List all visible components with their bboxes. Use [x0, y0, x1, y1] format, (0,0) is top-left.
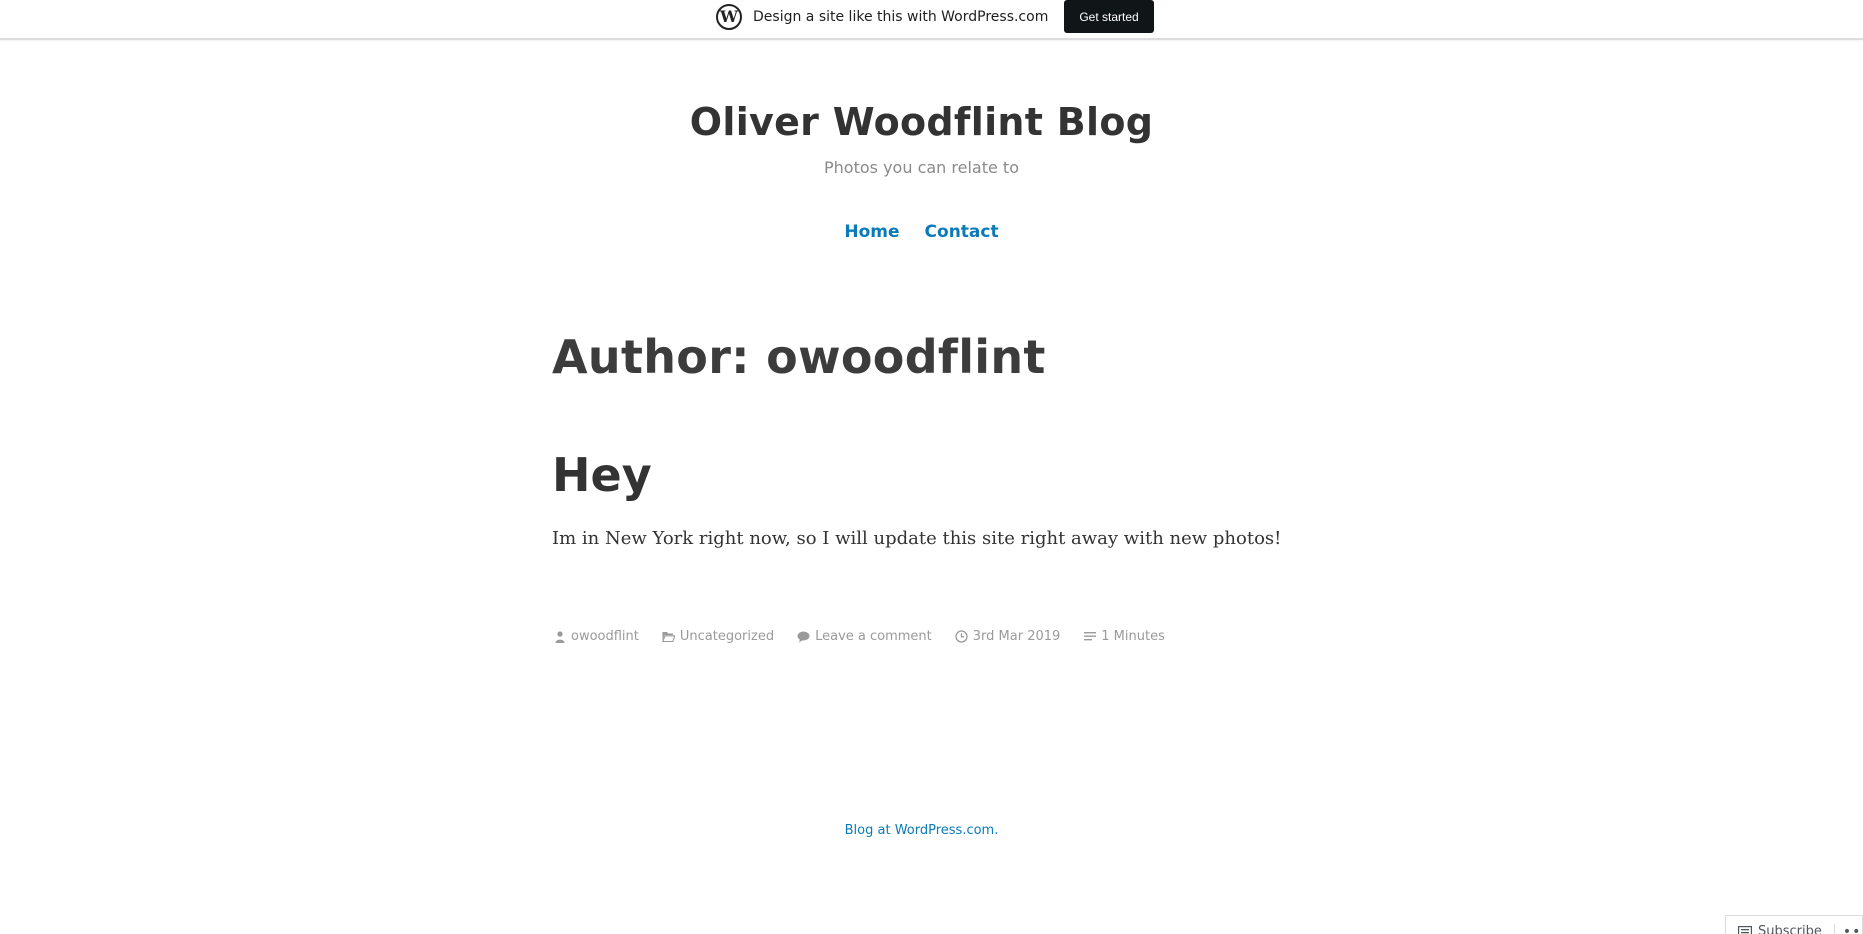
get-started-button[interactable]: Get started — [1064, 0, 1154, 33]
wordpress-logo-icon[interactable]: W — [716, 3, 742, 30]
person-icon — [552, 630, 567, 644]
clock-icon — [954, 630, 969, 644]
meta-reading-time: 1 Minutes — [1082, 629, 1165, 644]
archive-title: Author: owoodflint — [552, 330, 1046, 384]
subscribe-button[interactable]: Subscribe — [1726, 924, 1835, 934]
wordpress-credit-link[interactable]: Blog at WordPress.com. — [845, 823, 999, 838]
wordpress-banner-content: W Design a site like this with WordPress… — [716, 0, 1154, 33]
wordpress-banner: W Design a site like this with WordPress… — [0, 0, 1863, 40]
footer-credit: Blog at WordPress.com. — [0, 823, 1843, 838]
comment-icon — [796, 630, 811, 644]
post-meta: owoodflint Uncategorized Leave a comment… — [552, 629, 1187, 644]
meta-category: Uncategorized — [661, 629, 774, 644]
category-link[interactable]: Uncategorized — [680, 629, 774, 644]
main-navigation: Home Contact — [0, 222, 1843, 242]
leave-comment-link[interactable]: Leave a comment — [815, 629, 932, 644]
site-title[interactable]: Oliver Woodflint Blog — [0, 100, 1843, 144]
post-content: Im in New York right now, so I will upda… — [552, 528, 1282, 549]
actions-bar: Subscribe ••• — [1725, 915, 1863, 934]
reading-time: 1 Minutes — [1101, 629, 1165, 644]
subscribe-label: Subscribe — [1758, 924, 1822, 934]
subscribe-icon — [1738, 925, 1752, 934]
banner-text: Design a site like this with WordPress.c… — [753, 8, 1049, 25]
meta-comments: Leave a comment — [796, 629, 932, 644]
meta-author: owoodflint — [552, 629, 639, 644]
post-date-link[interactable]: 3rd Mar 2019 — [973, 629, 1061, 644]
nav-item-contact[interactable]: Contact — [925, 222, 999, 242]
nav-item-home[interactable]: Home — [844, 222, 899, 242]
post-title[interactable]: Hey — [552, 448, 652, 502]
lines-icon — [1082, 630, 1097, 644]
more-actions-button[interactable]: ••• — [1835, 924, 1863, 934]
site-description: Photos you can relate to — [824, 158, 1019, 177]
author-link[interactable]: owoodflint — [571, 629, 639, 644]
folder-icon — [661, 630, 676, 644]
meta-date: 3rd Mar 2019 — [954, 629, 1061, 644]
